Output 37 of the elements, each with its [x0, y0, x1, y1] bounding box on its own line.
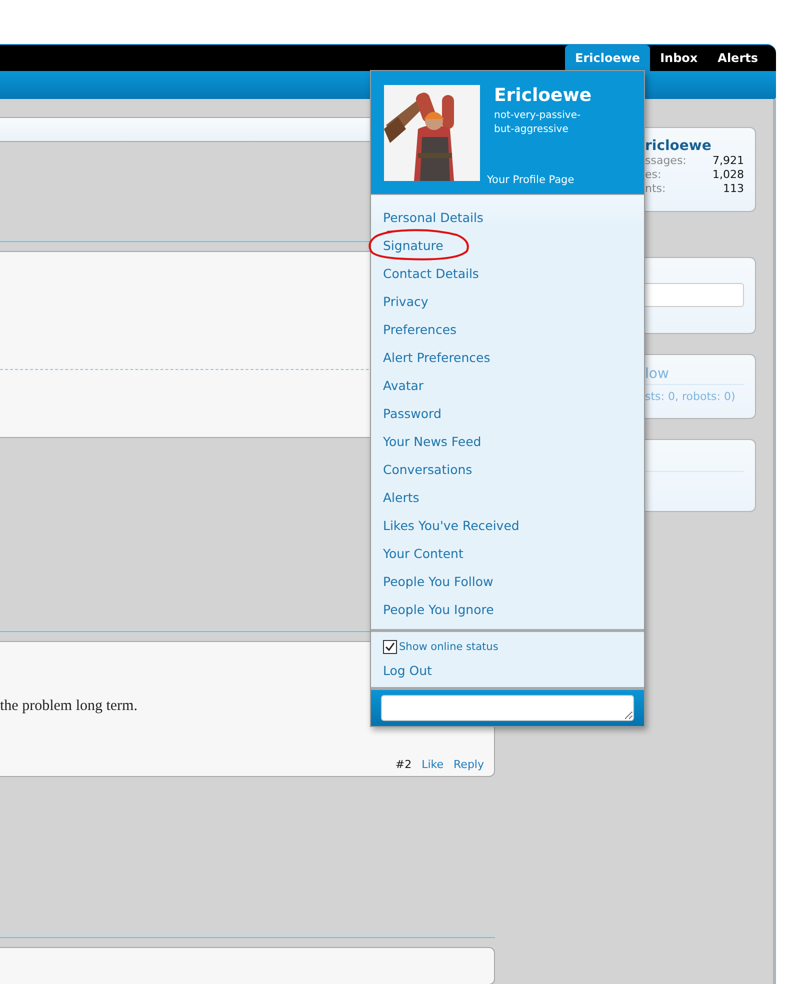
menu-item[interactable]: Avatar: [383, 371, 424, 399]
stat-label: ssages:: [645, 154, 686, 168]
menu-item[interactable]: Preferences: [383, 315, 457, 343]
stat-label: nts:: [645, 182, 666, 196]
menu-item[interactable]: Password: [383, 399, 442, 427]
menu-item[interactable]: Conversations: [383, 455, 472, 483]
post-text: the problem long term.: [0, 698, 138, 716]
stat-value: 7,921: [712, 154, 744, 168]
nav-tab[interactable]: Inbox: [650, 45, 708, 71]
post-action-link[interactable]: Like: [422, 758, 444, 771]
post-number: #2: [395, 758, 412, 771]
user-title: not-very-passive-but-aggressive: [494, 109, 582, 137]
menu-item[interactable]: People You Ignore: [383, 595, 494, 623]
post-action-link[interactable]: Reply: [454, 758, 484, 771]
menu-item[interactable]: People You Follow: [383, 567, 494, 595]
menu-item[interactable]: Signature: [383, 231, 444, 259]
menu-item[interactable]: Your News Feed: [383, 427, 482, 455]
log-out-link[interactable]: Log Out: [383, 657, 432, 683]
menu-item[interactable]: Personal Details: [383, 203, 484, 231]
profile-page-link[interactable]: Your Profile Page: [487, 174, 594, 186]
menu-item[interactable]: Likes You've Received: [383, 511, 520, 539]
menu-item[interactable]: Alerts: [383, 483, 420, 511]
menu-item[interactable]: Your Content: [383, 539, 464, 567]
menu-user-name: Ericloewe: [494, 85, 593, 106]
menu-item[interactable]: Contact Details: [383, 259, 479, 287]
online-summary: sts: 0, robots: 0): [645, 390, 736, 403]
stat-value: 1,028: [712, 168, 744, 182]
stat-value: 113: [723, 182, 744, 196]
nav-tab[interactable]: Alerts: [708, 45, 768, 71]
menu-item[interactable]: Privacy: [383, 287, 428, 315]
nav-tab[interactable]: Ericloewe: [565, 45, 650, 71]
status-field[interactable]: [381, 695, 634, 721]
online-status-checkbox[interactable]: Show online status: [383, 637, 498, 657]
check-icon: [384, 641, 396, 653]
stat-label: es:: [645, 168, 662, 182]
menu-item[interactable]: Alert Preferences: [383, 343, 490, 371]
user-name: ricloewe: [645, 138, 712, 154]
